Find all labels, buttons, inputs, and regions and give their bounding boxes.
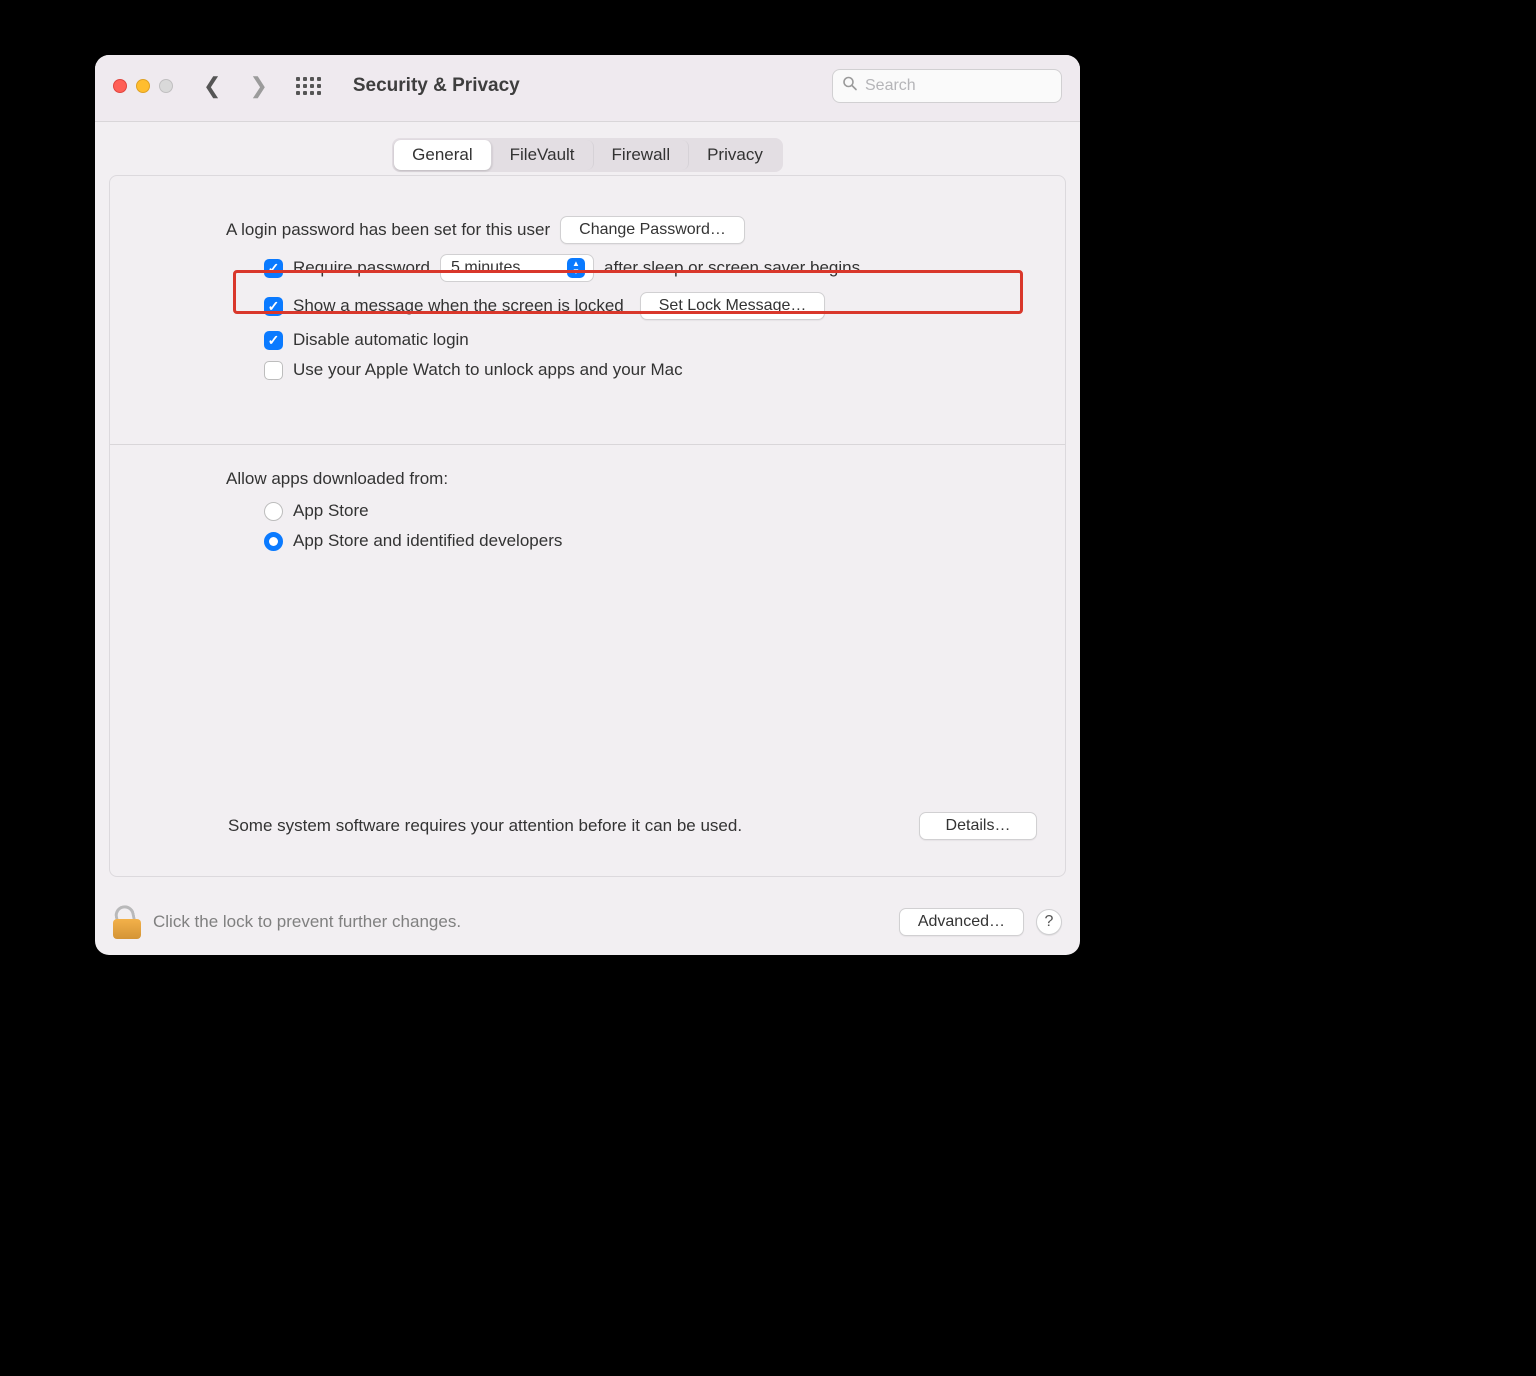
- close-window-button[interactable]: [113, 79, 127, 93]
- disable-auto-login-row: ✓ Disable automatic login: [264, 330, 1037, 350]
- details-button[interactable]: Details…: [919, 812, 1037, 840]
- apple-watch-label: Use your Apple Watch to unlock apps and …: [293, 360, 683, 380]
- system-software-text: Some system software requires your atten…: [228, 816, 742, 836]
- login-password-text: A login password has been set for this u…: [226, 220, 550, 240]
- gatekeeper-appstore-row: App Store: [264, 501, 1037, 521]
- show-all-icon[interactable]: [296, 77, 321, 95]
- tab-privacy[interactable]: Privacy: [689, 140, 781, 170]
- tab-bar: General FileVault Firewall Privacy: [392, 138, 783, 172]
- minimize-window-button[interactable]: [136, 79, 150, 93]
- advanced-button[interactable]: Advanced…: [899, 908, 1024, 936]
- gatekeeper-identified-label: App Store and identified developers: [293, 531, 562, 551]
- highlight-annotation: [233, 270, 1023, 314]
- gatekeeper-identified-radio[interactable]: [264, 532, 283, 551]
- apple-watch-checkbox[interactable]: [264, 361, 283, 380]
- login-password-row: A login password has been set for this u…: [226, 216, 1037, 244]
- search-field-wrap: [832, 69, 1062, 103]
- gatekeeper-section-label: Allow apps downloaded from:: [226, 469, 1037, 489]
- gatekeeper-appstore-label: App Store: [293, 501, 369, 521]
- nav-arrows: ❮ ❯: [203, 75, 268, 97]
- divider: [110, 444, 1065, 445]
- change-password-button[interactable]: Change Password…: [560, 216, 745, 244]
- help-button[interactable]: ?: [1036, 909, 1062, 935]
- window-controls: [113, 79, 173, 93]
- general-panel: A login password has been set for this u…: [109, 175, 1066, 877]
- zoom-window-button: [159, 79, 173, 93]
- lock-text: Click the lock to prevent further change…: [153, 912, 461, 932]
- search-input[interactable]: [832, 69, 1062, 103]
- tab-filevault[interactable]: FileVault: [492, 140, 594, 170]
- disable-auto-login-label: Disable automatic login: [293, 330, 469, 350]
- tab-general[interactable]: General: [394, 140, 491, 170]
- footer: Click the lock to prevent further change…: [95, 891, 1080, 955]
- apple-watch-row: Use your Apple Watch to unlock apps and …: [264, 360, 1037, 380]
- lock-icon[interactable]: [113, 905, 141, 939]
- gatekeeper-identified-row: App Store and identified developers: [264, 531, 1037, 551]
- content-area: General FileVault Firewall Privacy A log…: [95, 122, 1080, 891]
- toolbar: ❮ ❯ Security & Privacy: [95, 55, 1080, 122]
- forward-button: ❯: [249, 75, 267, 97]
- window-title: Security & Privacy: [353, 75, 520, 97]
- system-software-row: Some system software requires your atten…: [228, 812, 1037, 840]
- back-button[interactable]: ❮: [203, 75, 221, 97]
- preferences-window: ❮ ❯ Security & Privacy General FileVault…: [95, 55, 1080, 955]
- gatekeeper-appstore-radio[interactable]: [264, 502, 283, 521]
- disable-auto-login-checkbox[interactable]: ✓: [264, 331, 283, 350]
- tab-firewall[interactable]: Firewall: [594, 140, 690, 170]
